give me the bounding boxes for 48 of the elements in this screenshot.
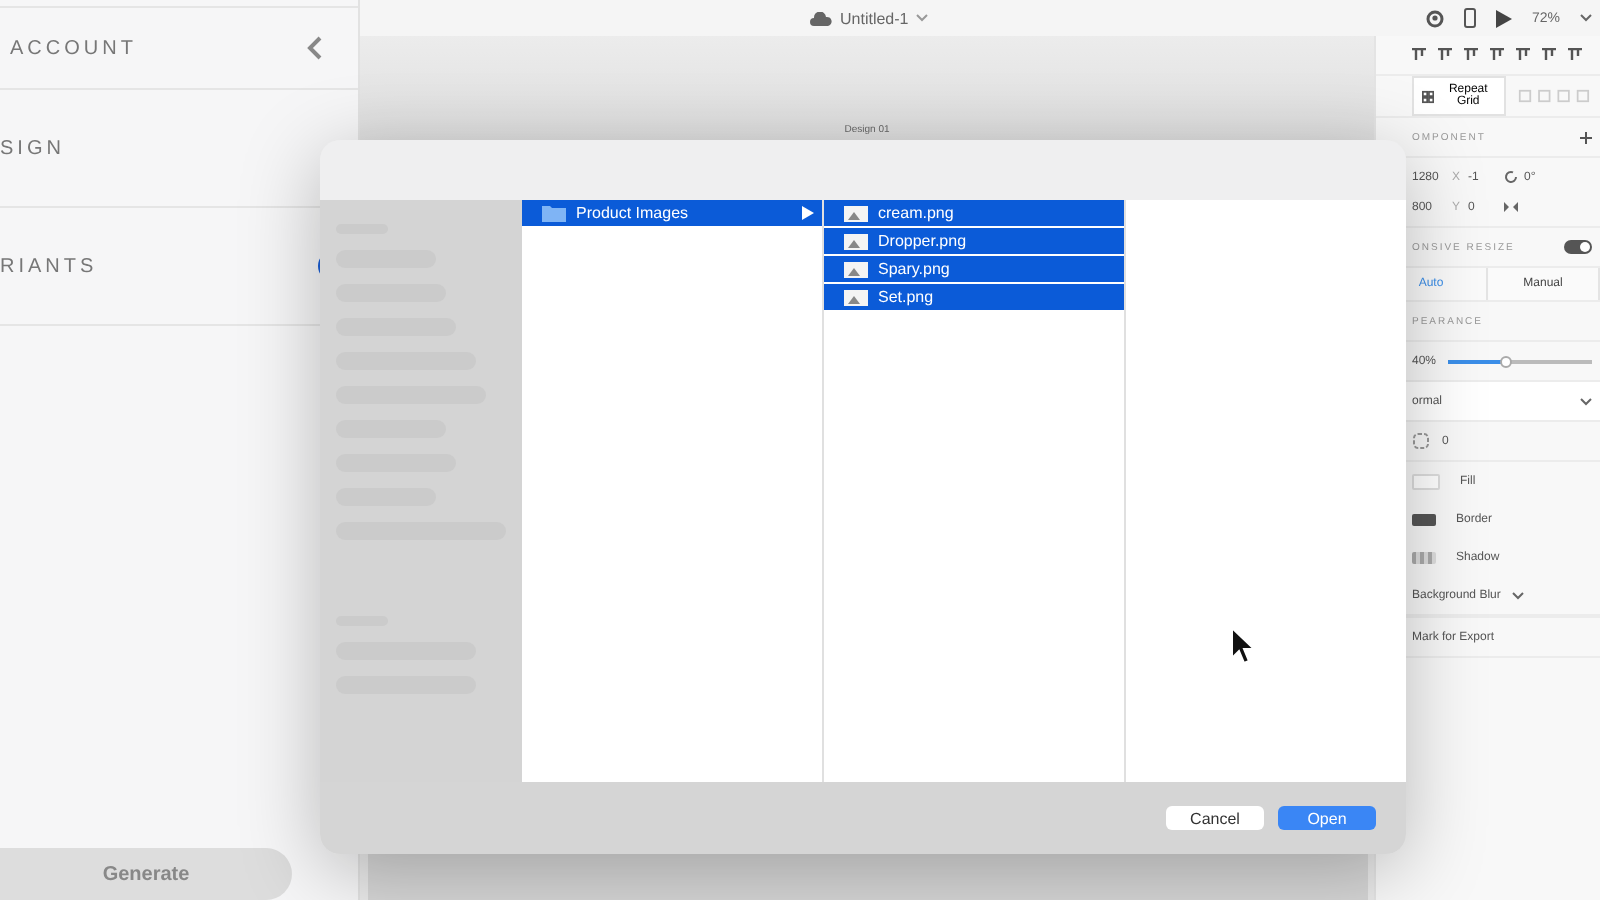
file-row[interactable]: Product Images (522, 200, 822, 228)
file-name: Dropper.png (878, 232, 969, 250)
file-row[interactable]: cream.png (824, 200, 1124, 228)
file-name: Product Images (576, 204, 691, 222)
image-thumbnail-icon (844, 261, 868, 277)
folder-icon (542, 204, 566, 222)
caret-icon[interactable] (1512, 591, 1525, 599)
section-title[interactable]: SIGN (0, 137, 65, 159)
corner-icon[interactable] (1412, 432, 1430, 450)
open-button[interactable]: Open (1278, 806, 1376, 830)
user-icon[interactable] (1425, 9, 1444, 27)
section-title[interactable]: RIANTS (0, 255, 98, 277)
rotate-icon[interactable] (1504, 170, 1518, 184)
align-icon[interactable] (1438, 48, 1452, 62)
caret-icon[interactable] (1580, 14, 1592, 22)
cancel-button[interactable]: Cancel (1166, 806, 1264, 830)
align-icon[interactable] (1490, 48, 1504, 62)
file-row[interactable]: Dropper.png (824, 228, 1124, 256)
file-name: cream.png (878, 204, 956, 222)
file-row[interactable]: Spary.png (824, 256, 1124, 284)
align-icon[interactable] (1464, 48, 1478, 62)
section-title[interactable]: ACCOUNT (10, 37, 137, 59)
fill-swatch[interactable] (1412, 473, 1440, 489)
phone-icon[interactable] (1463, 8, 1476, 28)
file-name: Spary.png (878, 260, 952, 278)
disclosure-triangle-icon (802, 206, 814, 220)
document-title[interactable]: Untitled-1 (840, 9, 909, 27)
toggle-switch[interactable] (1564, 240, 1592, 254)
file-row[interactable]: Set.png (824, 284, 1124, 312)
image-thumbnail-icon (844, 289, 868, 305)
image-thumbnail-icon (844, 233, 868, 249)
align-icon[interactable] (1516, 48, 1530, 62)
border-swatch[interactable] (1412, 513, 1436, 525)
align-icon[interactable] (1542, 48, 1556, 62)
cloud-icon (810, 11, 832, 25)
grid-icon (1422, 89, 1435, 103)
flip-icon[interactable] (1504, 200, 1518, 214)
add-icon[interactable] (1580, 131, 1592, 143)
chevron-left-icon[interactable] (306, 36, 322, 60)
caret-icon[interactable] (916, 14, 929, 22)
mouse-pointer-icon (1230, 626, 1256, 666)
caret-icon (1580, 397, 1592, 405)
image-thumbnail-icon (844, 205, 868, 221)
shadow-swatch[interactable] (1412, 551, 1436, 563)
align-icon[interactable] (1568, 48, 1582, 62)
file-name: Set.png (878, 288, 936, 306)
align-icon[interactable] (1412, 48, 1426, 62)
play-icon[interactable] (1495, 9, 1512, 27)
